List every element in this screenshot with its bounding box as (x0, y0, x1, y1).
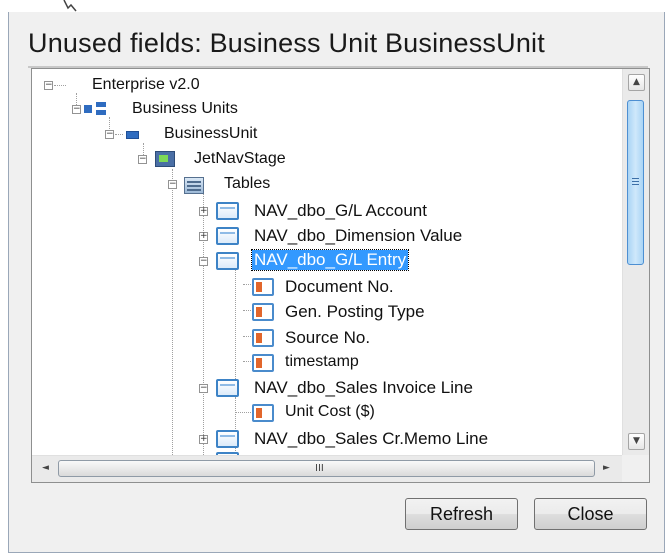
vertical-scroll-thumb[interactable] (627, 100, 644, 265)
tree-node-gen-posting-type[interactable]: Gen. Posting Type (32, 300, 622, 325)
collapse-toggle[interactable]: − (138, 155, 147, 164)
data-stage-icon (155, 151, 175, 167)
tree-node-label: JetNavStage (194, 150, 286, 167)
tree-node-sales-invoice-line[interactable]: − NAV_dbo_Sales Invoice Line (32, 376, 622, 401)
tree-node-unit-cost[interactable]: Unit Cost ($) (32, 401, 622, 426)
collapse-toggle[interactable]: − (168, 180, 177, 189)
scroll-up-button[interactable]: ▲ (628, 74, 645, 91)
tables-folder-icon (184, 177, 204, 194)
scroll-grip-icon: III (315, 463, 324, 474)
tree-node-label: Gen. Posting Type (285, 302, 425, 321)
collapse-toggle[interactable]: − (199, 257, 208, 266)
collapse-toggle[interactable]: − (199, 384, 208, 393)
expand-toggle[interactable]: + (199, 232, 208, 241)
scroll-grip-icon (632, 178, 639, 179)
table-icon (216, 202, 239, 220)
tree-node-label-selected: NAV_dbo_G/L Entry (250, 249, 410, 271)
tree-node-label: BusinessUnit (164, 125, 258, 142)
table-icon (216, 227, 239, 245)
unused-fields-tree[interactable]: − Enterprise v2.0 − Business Units − Bus… (31, 68, 650, 483)
tree-node-label: timestamp (285, 353, 359, 370)
field-icon (252, 278, 274, 296)
collapse-toggle[interactable]: − (105, 130, 114, 139)
business-unit-icon (126, 131, 139, 139)
collapse-toggle[interactable]: − (72, 105, 81, 114)
tree-node-label: NAV_dbo_G/L Account (254, 201, 427, 220)
close-button[interactable]: Close (534, 498, 647, 530)
tree-node-source-no[interactable]: Source No. (32, 326, 622, 351)
tree-node-label: NAV_dbo_Sales Invoice Line (254, 378, 473, 397)
field-icon (252, 303, 274, 321)
tree-node-business-units[interactable]: − Business Units (32, 98, 622, 123)
mouse-cursor-icon (63, 0, 77, 12)
tree-node-sales-cr-memo-line[interactable]: + NAV_dbo_Sales Cr.Memo Line (32, 427, 622, 452)
dialog-title: Unused fields: Business Unit BusinessUni… (28, 28, 545, 58)
tree-node-document-no[interactable]: Document No. (32, 275, 622, 300)
expand-toggle[interactable]: + (199, 435, 208, 444)
horizontal-scrollbar[interactable]: ◄ III ► (32, 455, 622, 482)
table-icon (216, 379, 239, 397)
tree-node-jetnavstage[interactable]: − JetNavStage (32, 148, 622, 173)
scroll-left-button[interactable]: ◄ (37, 461, 54, 478)
tree-node-label: NAV_dbo_Dimension Value (254, 226, 463, 245)
tree-node-label: Document No. (285, 277, 394, 296)
scroll-down-button[interactable]: ▼ (628, 433, 645, 450)
tree-node-tables[interactable]: − Tables (32, 173, 622, 198)
horizontal-scroll-thumb[interactable]: III (58, 460, 595, 477)
tree-node-timestamp[interactable]: timestamp (32, 351, 622, 376)
tree-node-enterprise[interactable]: − Enterprise v2.0 (32, 74, 622, 99)
tree-connector (115, 134, 123, 135)
tree-node-label: Enterprise v2.0 (92, 76, 200, 93)
scroll-right-button[interactable]: ► (598, 461, 615, 478)
tree-viewport: − Enterprise v2.0 − Business Units − Bus… (32, 69, 622, 455)
table-icon (216, 430, 239, 448)
tree-node-label: NAV_dbo_Sales Cr.Memo Line (254, 429, 489, 448)
tree-node-label: Business Units (132, 100, 238, 117)
expand-toggle[interactable]: + (199, 207, 208, 216)
tree-node-label: Source No. (285, 328, 371, 347)
tree-connector (54, 85, 66, 86)
tree-node-gl-entry[interactable]: − NAV_dbo_G/L Entry (32, 249, 622, 274)
field-icon (252, 404, 274, 422)
tree-node-label: Tables (224, 175, 271, 192)
business-units-icon (84, 102, 108, 116)
tree-node-label: Unit Cost ($) (285, 403, 375, 420)
field-icon (252, 329, 274, 347)
refresh-button[interactable]: Refresh (405, 498, 518, 530)
table-icon (216, 252, 239, 270)
field-icon (252, 354, 274, 372)
tree-node-business-unit[interactable]: − BusinessUnit (32, 123, 622, 148)
collapse-toggle[interactable]: − (44, 81, 53, 90)
vertical-scrollbar[interactable]: ▲ ▼ (622, 69, 649, 455)
scrollbar-corner (622, 455, 649, 482)
window-top-strip (0, 0, 671, 12)
tree-node-dimension-value[interactable]: + NAV_dbo_Dimension Value (32, 224, 622, 249)
tree-node-gl-account[interactable]: + NAV_dbo_G/L Account (32, 199, 622, 224)
